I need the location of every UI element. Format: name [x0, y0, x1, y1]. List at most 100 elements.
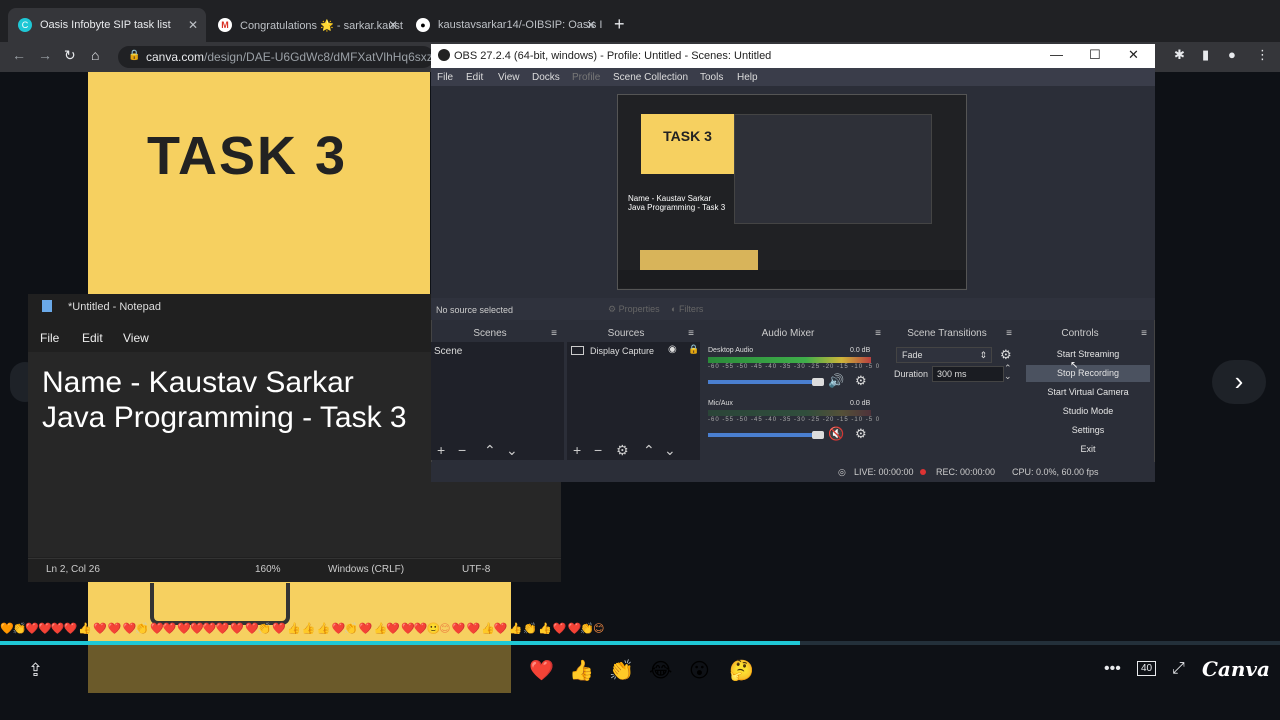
notepad-menu-file[interactable]: File [40, 331, 59, 345]
scenes-list [431, 342, 564, 460]
minimize-icon[interactable]: — [1050, 47, 1063, 62]
speaker-icon[interactable]: 🔊 [828, 373, 844, 389]
forward-icon[interactable]: → [38, 47, 52, 63]
close-icon[interactable]: ✕ [188, 18, 198, 32]
tab-label: Congratulations 🌟 - sarkar.kaust [240, 19, 403, 32]
tab-oasis-task-list[interactable]: C Oasis Infobyte SIP task list ✕ [8, 8, 206, 42]
thinking-reaction-button[interactable]: 🤔 [729, 658, 754, 683]
source-properties-gear-icon[interactable]: ⚙ [616, 442, 629, 459]
move-source-up-button[interactable]: ⌃ [643, 442, 655, 459]
obs-menu-profile[interactable]: Profile [572, 72, 600, 83]
obs-menu-tools[interactable]: Tools [700, 72, 723, 83]
desktop-audio-label: Desktop Audio [708, 347, 754, 354]
url-bar[interactable]: canva.com/design/DAE-U6GdWc8/dMFXatVlhHq… [118, 46, 434, 68]
maximize-icon[interactable]: ☐ [1089, 47, 1101, 63]
next-slide-button[interactable]: › [1212, 360, 1266, 404]
muted-speaker-icon[interactable]: 🔇 [828, 426, 844, 442]
obs-menu-edit[interactable]: Edit [466, 72, 483, 83]
laugh-reaction-button[interactable]: 😂 [649, 658, 672, 683]
clap-reaction-button[interactable]: 👏 [609, 658, 634, 683]
studio-mode-button[interactable]: Studio Mode [1026, 403, 1150, 420]
fullscreen-icon[interactable]: ⤢ [1172, 660, 1185, 678]
zoom-level: 160% [255, 564, 281, 575]
obs-menu-view[interactable]: View [498, 72, 520, 83]
preview-name-line-1: Name - Kaustav Sarkar [628, 194, 712, 203]
notepad-menu-view[interactable]: View [123, 331, 149, 345]
eye-icon[interactable]: ◉ [668, 344, 677, 355]
stop-recording-button[interactable]: Stop Recording [1026, 365, 1150, 382]
move-scene-down-button[interactable]: ⌄ [506, 442, 518, 459]
laptop-illustration-icon [150, 583, 290, 625]
obs-menu-help[interactable]: Help [737, 72, 758, 83]
page-count-badge[interactable]: 40 [1137, 661, 1157, 676]
share-icon[interactable]: ⇪ [28, 660, 43, 681]
dock-menu-icon[interactable]: ≡ [1003, 328, 1015, 342]
desktop-audio-slider-handle[interactable] [812, 378, 824, 386]
gear-icon[interactable]: ⚙ [855, 426, 867, 442]
move-source-down-button[interactable]: ⌄ [664, 442, 676, 459]
add-scene-button[interactable]: + [437, 442, 445, 458]
extensions-icon[interactable]: ✱ [1174, 47, 1185, 63]
mic-aux-label: Mic/Aux [708, 400, 733, 407]
rec-timer: REC: 00:00:00 [936, 467, 996, 477]
heart-reaction-button[interactable]: ❤️ [529, 658, 554, 683]
dock-menu-icon[interactable]: ≡ [548, 328, 560, 342]
presentation-progress-fill [0, 641, 800, 645]
filters-button[interactable]: ◐ Filters [671, 304, 703, 314]
scene-list-item[interactable]: Scene [434, 346, 462, 357]
line-ending: Windows (CRLF) [328, 564, 405, 575]
source-list-item[interactable]: Display Capture [590, 346, 654, 356]
obs-menu-scene-collection[interactable]: Scene Collection [613, 72, 688, 83]
audio-mixer-dock-title: Audio Mixer [761, 328, 815, 339]
notepad-menu-edit[interactable]: Edit [82, 331, 103, 345]
desktop-audio-volume-slider[interactable] [708, 380, 818, 384]
filter-icon: ◐ [671, 304, 679, 314]
start-virtual-camera-button[interactable]: Start Virtual Camera [1026, 384, 1150, 401]
dock-menu-icon[interactable]: ≡ [685, 328, 697, 342]
move-scene-up-button[interactable]: ⌃ [484, 442, 496, 459]
side-panel-icon[interactable]: ▮ [1202, 47, 1209, 63]
live-indicator-icon: ◎ [838, 467, 846, 477]
close-icon[interactable]: ✕ [388, 18, 398, 32]
gear-icon[interactable]: ⚙ [855, 373, 867, 389]
duration-input[interactable]: 300 ms [932, 366, 1004, 382]
mic-aux-slider-handle[interactable] [812, 431, 824, 439]
new-tab-button[interactable]: + [614, 15, 625, 33]
duration-stepper-icon[interactable]: ⌃ ⌄ [1004, 364, 1012, 381]
surprised-reaction-button[interactable]: 😮 [689, 658, 710, 683]
remove-source-button[interactable]: − [594, 442, 602, 458]
lock-icon[interactable]: 🔒 [688, 344, 699, 355]
home-icon[interactable]: ⌂ [91, 47, 99, 63]
canva-logo[interactable]: Canva [1202, 657, 1270, 681]
dock-menu-icon[interactable]: ≡ [1138, 328, 1150, 342]
add-source-button[interactable]: + [573, 442, 581, 458]
close-icon[interactable]: ✕ [1128, 47, 1139, 63]
scenes-dock-title: Scenes [473, 328, 507, 339]
exit-button[interactable]: Exit [1026, 441, 1150, 458]
obs-menu-docks[interactable]: Docks [532, 72, 560, 83]
profile-avatar-icon[interactable]: ● [1228, 47, 1236, 62]
transition-select[interactable]: Fade ⇕ [896, 347, 992, 363]
more-options-icon[interactable]: ••• [1104, 660, 1121, 678]
slide-title: TASK 3 [146, 126, 348, 186]
start-streaming-button[interactable]: Start Streaming [1026, 346, 1150, 363]
tab-github[interactable]: ● kaustavsarkar14/-OIBSIP: Oasis I ✕ [406, 8, 604, 42]
gear-icon[interactable]: ⚙ [1000, 347, 1012, 363]
back-icon[interactable]: ← [12, 47, 26, 63]
properties-button[interactable]: ⚙ Properties [608, 304, 660, 315]
reload-icon[interactable]: ↻ [64, 47, 76, 64]
no-source-label: No source selected [436, 305, 514, 315]
obs-menu-file[interactable]: File [437, 72, 453, 83]
dock-menu-icon[interactable]: ≡ [872, 328, 884, 342]
lock-icon[interactable]: 🔒 [128, 50, 140, 61]
settings-button[interactable]: Settings [1026, 422, 1150, 439]
remove-scene-button[interactable]: − [458, 442, 466, 458]
more-menu-icon[interactable]: ⋮ [1256, 47, 1269, 63]
close-icon[interactable]: ✕ [586, 18, 596, 32]
sources-list [567, 342, 700, 460]
mic-aux-volume-slider[interactable] [708, 433, 818, 437]
desktop-audio-ticks: -60 -55 -50 -45 -40 -35 -30 -25 -20 -15 … [708, 364, 881, 370]
url-domain: canva.com [146, 50, 205, 64]
thumbs-up-reaction-button[interactable]: 👍 [569, 658, 594, 683]
tab-congratulations[interactable]: M Congratulations 🌟 - sarkar.kaust ✕ [208, 8, 406, 42]
